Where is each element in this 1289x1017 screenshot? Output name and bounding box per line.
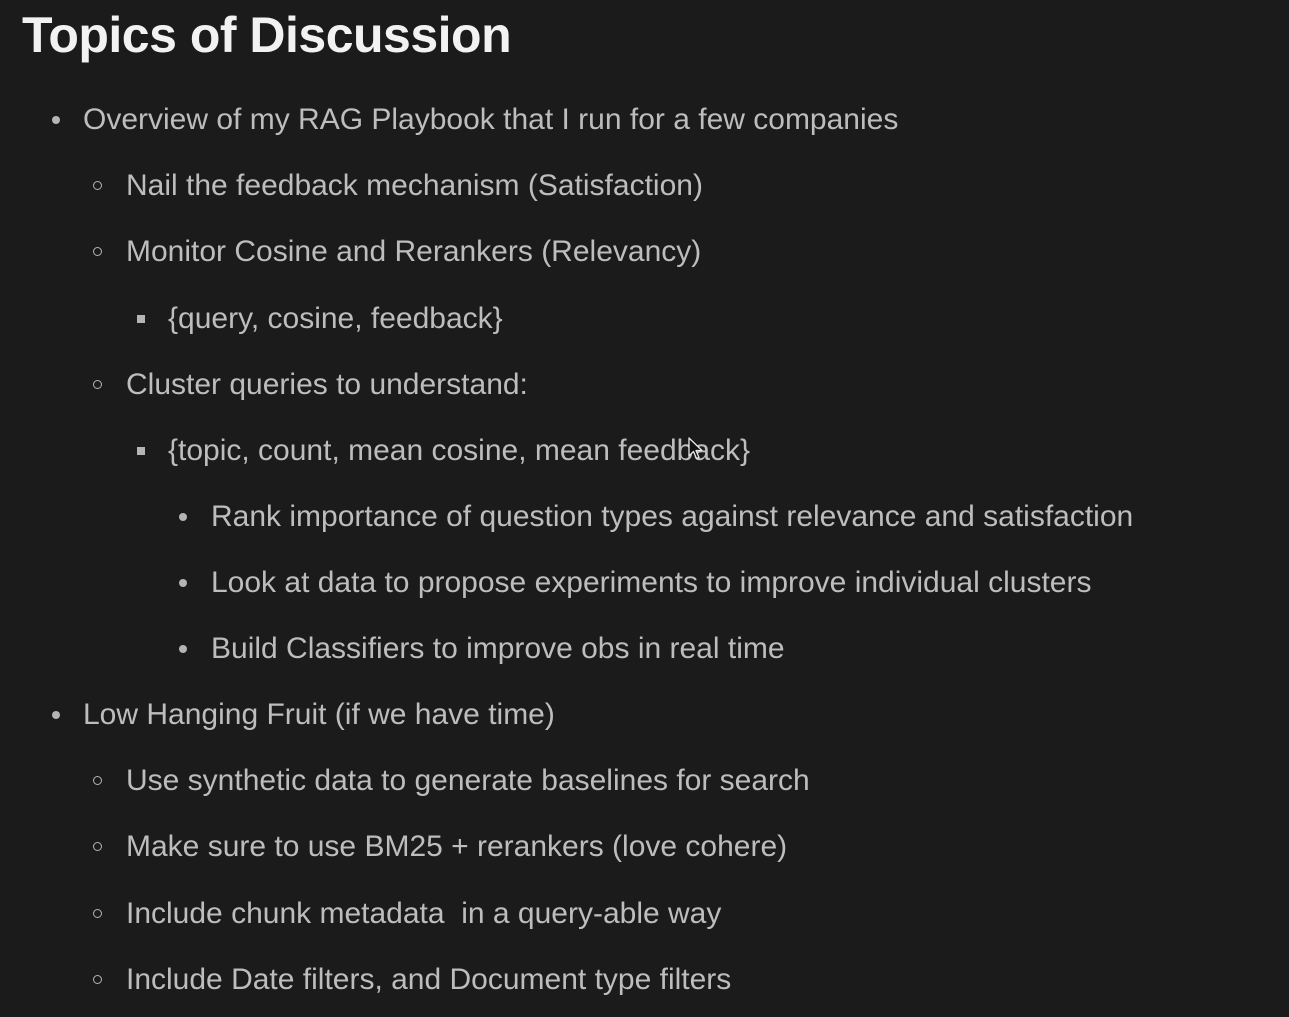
slide: Topics of Discussion Overview of my RAG … [0,0,1289,1017]
bullet-circle-icon [88,960,108,1000]
bullet-disc-icon [173,563,193,603]
list-item-text: Look at data to propose experiments to i… [211,566,1092,599]
bullet-disc-icon [173,629,193,669]
list-item-text: Make sure to use BM25 + rerankers (love … [126,830,788,863]
list-item-text: Nail the feedback mechanism (Satisfactio… [126,169,703,202]
bullet-disc-icon [46,100,66,140]
slide-title: Topics of Discussion [22,7,512,63]
list-item-text: Build Classifiers to improve obs in real… [211,632,785,665]
bullet-disc-icon [173,497,193,537]
bullet-circle-icon [88,761,108,801]
mouse-cursor-icon [688,437,703,460]
list-item-text: Include Date filters, and Document type … [126,963,732,996]
list-item-text: Monitor Cosine and Rerankers (Relevancy) [126,235,702,268]
list-item-text: {topic, count, mean cosine, mean feedbac… [168,434,751,467]
bullet-circle-icon [88,166,108,206]
bullet-circle-icon [88,365,108,405]
list-item-text: Include chunk metadata in a query-able w… [126,897,722,930]
list-item-text: Use synthetic data to generate baselines… [126,764,810,797]
bullet-circle-icon [88,827,108,867]
list-item-text: Cluster queries to understand: [126,368,528,401]
list-item-text: {query, cosine, feedback} [168,302,503,335]
list-item-text: Low Hanging Fruit (if we have time) [83,698,555,731]
bullet-circle-icon [88,232,108,272]
bullet-circle-icon [88,894,108,934]
bullet-square-icon [131,299,151,339]
list-item-text: Overview of my RAG Playbook that I run f… [83,103,899,136]
list-item-text: Rank importance of question types agains… [211,500,1134,533]
bullet-disc-icon [46,695,66,735]
bullet-square-icon [131,431,151,471]
